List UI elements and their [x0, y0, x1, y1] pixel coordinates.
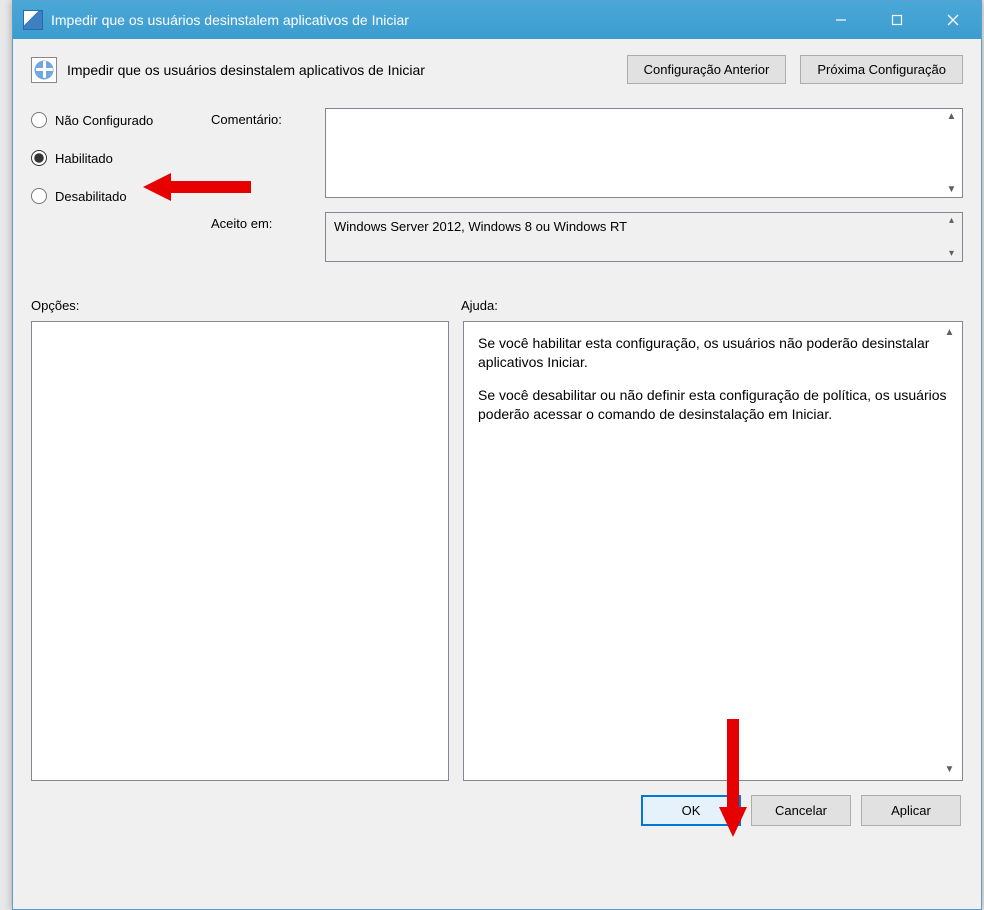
- scroll-down-icon[interactable]: ▼: [943, 184, 960, 195]
- window-title: Impedir que os usuários desinstalem apli…: [51, 12, 813, 28]
- policy-dialog-window: Impedir que os usuários desinstalem apli…: [12, 0, 982, 910]
- radio-label: Desabilitado: [55, 189, 127, 204]
- comment-textarea[interactable]: ▲ ▼: [325, 108, 963, 198]
- radio-disabled-input[interactable]: [31, 188, 47, 204]
- cancel-button[interactable]: Cancelar: [751, 795, 851, 826]
- radio-label: Habilitado: [55, 151, 113, 166]
- supported-on-value: Windows Server 2012, Windows 8 ou Window…: [334, 219, 627, 234]
- comment-label: Comentário:: [211, 108, 311, 198]
- supported-label: Aceito em:: [211, 212, 311, 262]
- help-section-label: Ajuda:: [461, 298, 498, 313]
- app-icon: [23, 10, 43, 30]
- next-setting-button[interactable]: Próxima Configuração: [800, 55, 963, 84]
- policy-title: Impedir que os usuários desinstalem apli…: [67, 62, 617, 78]
- scroll-up-icon[interactable]: ▲: [943, 111, 960, 122]
- options-section-label: Opções:: [31, 298, 461, 313]
- radio-label: Não Configurado: [55, 113, 153, 128]
- radio-disabled[interactable]: Desabilitado: [31, 188, 191, 204]
- apply-button[interactable]: Aplicar: [861, 795, 961, 826]
- minimize-button[interactable]: [813, 1, 869, 39]
- scroll-down-icon[interactable]: ▾: [943, 248, 960, 259]
- supported-on-box: Windows Server 2012, Windows 8 ou Window…: [325, 212, 963, 262]
- maximize-button[interactable]: [869, 1, 925, 39]
- previous-setting-button[interactable]: Configuração Anterior: [627, 55, 787, 84]
- policy-icon: [31, 57, 57, 83]
- radio-not-configured[interactable]: Não Configurado: [31, 112, 191, 128]
- scroll-up-icon[interactable]: ▲: [941, 326, 958, 340]
- help-paragraph: Se você habilitar esta configuração, os …: [478, 334, 948, 372]
- scroll-up-icon[interactable]: ▴: [943, 215, 960, 226]
- help-panel: Se você habilitar esta configuração, os …: [463, 321, 963, 781]
- radio-enabled[interactable]: Habilitado: [31, 150, 191, 166]
- radio-not-configured-input[interactable]: [31, 112, 47, 128]
- options-panel: [31, 321, 449, 781]
- titlebar[interactable]: Impedir que os usuários desinstalem apli…: [13, 1, 981, 39]
- ok-button[interactable]: OK: [641, 795, 741, 826]
- close-button[interactable]: [925, 1, 981, 39]
- radio-enabled-input[interactable]: [31, 150, 47, 166]
- help-paragraph: Se você desabilitar ou não definir esta …: [478, 386, 948, 424]
- scroll-down-icon[interactable]: ▼: [941, 763, 958, 777]
